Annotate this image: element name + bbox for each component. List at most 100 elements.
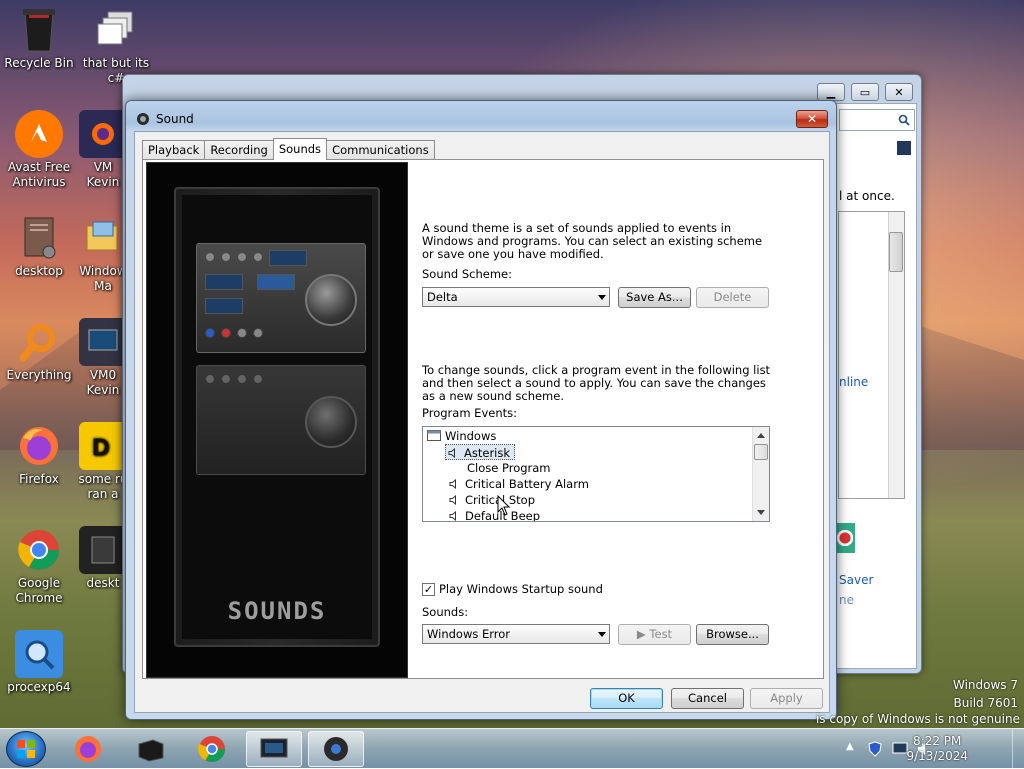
taskbar-firefox[interactable]	[60, 731, 116, 767]
program-events-label: Program Events:	[422, 406, 517, 420]
taskbar-app-black[interactable]	[122, 731, 178, 767]
taskbar: ▲ 8:22 PM 9/13/2024	[0, 728, 1024, 769]
preview-lcd	[205, 274, 243, 290]
speaker-icon	[449, 479, 456, 489]
desktop-icon-recycle-bin[interactable]: Recycle Bin	[0, 6, 81, 71]
show-desktop-button[interactable]	[1012, 729, 1024, 769]
desktop-icon-label: Recycle Bin	[4, 56, 74, 70]
sounds-select[interactable]: Windows Error	[422, 624, 610, 644]
mouse-cursor-icon	[497, 495, 511, 516]
close-icon: ✕	[894, 85, 904, 99]
tab-communications[interactable]: Communications	[326, 140, 435, 160]
screensaver-icon	[835, 523, 855, 553]
desktop-icon-desktop[interactable]: desktop	[0, 214, 81, 279]
tray-expand-icon[interactable]: ▲	[846, 741, 854, 752]
desktop-icon-google-chrome[interactable]: Google Chrome	[0, 526, 81, 606]
preview-buttons	[205, 328, 263, 338]
tray-clock[interactable]: 8:22 PM 9/13/2024	[906, 734, 968, 764]
preview-knob	[305, 274, 357, 326]
back-search-input[interactable]	[839, 109, 915, 131]
back-maximize-button[interactable]: ▭	[851, 83, 879, 101]
list-item-critical-battery-alarm[interactable]: Critical Battery Alarm	[449, 476, 589, 492]
cancel-button[interactable]: Cancel	[671, 688, 744, 709]
delete-button[interactable]: Delete	[696, 287, 769, 308]
sound-scheme-select[interactable]: Delta	[422, 287, 610, 307]
list-item-critical-stop[interactable]: Critical Stop	[449, 492, 535, 508]
list-item-label: Close Program	[467, 461, 551, 475]
scroll-down-icon[interactable]	[757, 510, 765, 515]
back-help-icon[interactable]	[897, 141, 911, 155]
speaker-icon	[449, 495, 456, 505]
back-scrollbar[interactable]	[888, 212, 904, 498]
desktop-icon-deskt[interactable]: deskt	[78, 526, 128, 591]
desktop-file-icon	[79, 526, 127, 574]
shield-icon[interactable]	[868, 741, 882, 757]
back-minimize-button[interactable]: ▁	[817, 83, 845, 101]
taskbar-screen-app[interactable]	[246, 731, 302, 767]
events-scrollbar-thumb[interactable]	[754, 444, 768, 460]
startup-sound-checkbox[interactable]: ✓	[422, 583, 435, 596]
sound-scheme-value: Delta	[427, 290, 458, 304]
program-events-list[interactable]: Windows Asterisk Close Program Critical …	[422, 426, 770, 522]
desktop-icon-procexp64[interactable]: procexp64	[0, 630, 81, 695]
desktop-icon-label: Google Chrome	[15, 576, 63, 605]
app-box-icon	[138, 739, 164, 762]
desktop-icon-label: Window Ma	[79, 264, 127, 293]
preview-unit-top	[196, 243, 366, 353]
desktop-icon-vm0-kevin[interactable]: VM0 Kevin	[78, 318, 128, 398]
tray-time: 8:22 PM	[913, 734, 962, 748]
ok-button[interactable]: OK	[590, 688, 663, 709]
preview-lcd	[257, 274, 295, 290]
list-item-asterisk[interactable]: Asterisk	[445, 444, 516, 460]
watermark-edition: Windows 7	[952, 678, 1018, 692]
list-item-default-beep[interactable]: Default Beep	[449, 508, 540, 521]
taskbar-sound-dialog[interactable]	[308, 731, 364, 767]
test-button[interactable]: ▶ Test	[618, 624, 691, 645]
document-icon	[15, 214, 63, 262]
speaker-icon	[449, 511, 456, 521]
desktop-icon-everything[interactable]: Everything	[0, 318, 81, 383]
chrome-icon	[15, 526, 63, 574]
sounds-value: Windows Error	[427, 627, 511, 641]
desktop-icon-label: VM Kevin	[86, 160, 120, 189]
theme-preview-image: SOUNDS	[146, 162, 408, 678]
tab-sounds[interactable]: Sounds	[272, 138, 328, 160]
dialog-titlebar[interactable]: Sound ✕	[126, 101, 836, 131]
taskbar-chrome[interactable]	[184, 731, 240, 767]
desktop-icon-label: deskt	[86, 576, 120, 590]
search-icon	[898, 114, 910, 126]
scroll-up-icon[interactable]	[757, 433, 765, 438]
back-listbox[interactable]	[838, 211, 905, 499]
events-scrollbar[interactable]	[752, 427, 769, 521]
sound-dialog[interactable]: Sound ✕ Playback Recording Sounds Commun…	[125, 100, 837, 720]
tab-recording[interactable]: Recording	[204, 140, 274, 160]
window-icon	[427, 430, 441, 441]
browse-button[interactable]: Browse...	[696, 624, 769, 645]
apply-button[interactable]: Apply	[750, 688, 823, 709]
back-close-button[interactable]: ✕	[885, 83, 913, 101]
back-link-online[interactable]: nline	[839, 375, 868, 389]
dialog-client-area: Playback Recording Sounds Communications	[134, 131, 830, 713]
desktop-icon-window-ma[interactable]: Window Ma	[78, 214, 128, 294]
watermark-build: Build 7601	[953, 696, 1018, 710]
desktop-icon-firefox[interactable]: Firefox	[0, 422, 81, 487]
list-item-windows[interactable]: Windows	[427, 428, 496, 444]
preview-knob	[305, 396, 357, 448]
tab-playback[interactable]: Playback	[142, 140, 206, 160]
save-as-button[interactable]: Save As...	[618, 287, 691, 308]
preview-device: SOUNDS	[174, 187, 380, 647]
desktop-icon-label: some ru ran a	[78, 472, 128, 501]
app-d-icon: D	[79, 422, 127, 470]
desktop-icon-avast[interactable]: Avast Free Antivirus	[0, 110, 81, 190]
maximize-icon: ▭	[859, 85, 871, 99]
desktop-icon-some-ru[interactable]: D some ru ran a	[78, 422, 128, 502]
desktop-icon-vm-kevin[interactable]: VM Kevin	[78, 110, 128, 190]
start-button[interactable]	[6, 731, 46, 767]
list-item-close-program[interactable]: Close Program	[467, 460, 551, 476]
chrome-icon	[198, 736, 226, 763]
preview-buttons	[205, 252, 263, 262]
back-link-saver[interactable]: Saver	[839, 573, 873, 587]
minimize-icon: ▁	[826, 85, 836, 99]
dialog-close-button[interactable]: ✕	[796, 110, 828, 128]
back-scrollbar-thumb[interactable]	[889, 232, 903, 272]
